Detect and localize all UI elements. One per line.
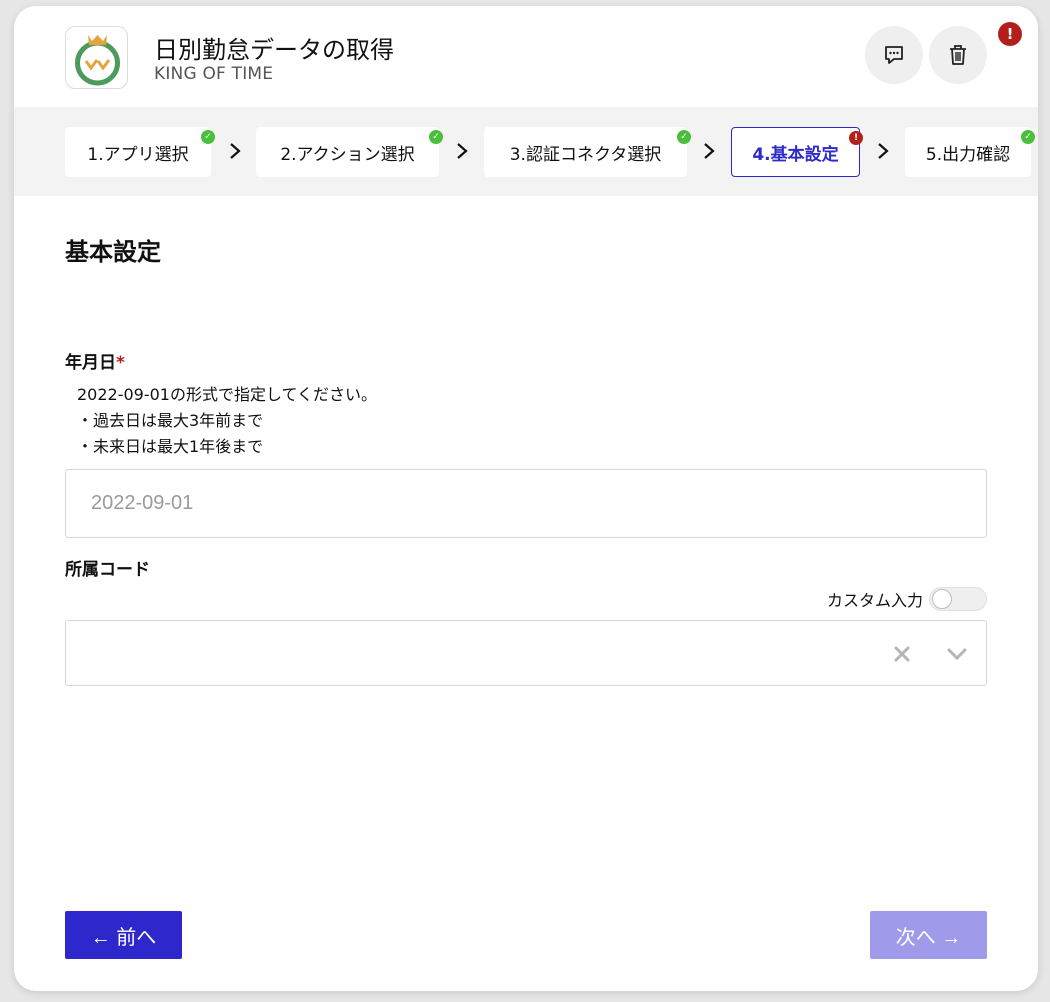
required-mark: *: [116, 353, 125, 373]
chevron-down-icon[interactable]: [945, 645, 969, 663]
date-help-text: 2022-09-01の形式で指定してください。 ・過去日は最大3年前まで ・未来…: [77, 382, 377, 460]
date-field-label: 年月日*: [65, 348, 125, 373]
next-button[interactable]: 次へ →: [870, 911, 987, 959]
step-app-select[interactable]: 1.アプリ選択 ✓: [65, 127, 215, 177]
custom-input-toggle[interactable]: [929, 587, 987, 611]
toggle-knob: [932, 589, 952, 609]
comment-icon: [885, 46, 903, 64]
step-output-confirm[interactable]: 5.出力確認 ✓: [905, 127, 1035, 177]
alert-icon: !: [998, 22, 1022, 46]
step-label: 4.基本設定: [752, 144, 839, 165]
date-label-text: 年月日: [65, 353, 116, 373]
step-basic-settings[interactable]: 4.基本設定 !: [731, 127, 863, 177]
help-line: 2022-09-01の形式で指定してください。: [77, 385, 378, 404]
page-title: 日別勤怠データの取得: [154, 36, 394, 64]
check-icon: ✓: [1021, 130, 1035, 144]
check-icon: ✓: [677, 130, 691, 144]
custom-input-row: カスタム入力: [827, 587, 987, 611]
step-label: 5.出力確認: [925, 144, 1011, 165]
king-of-time-logo-icon: [65, 26, 128, 89]
clear-icon[interactable]: [891, 643, 913, 665]
step-label: 1.アプリ選択: [87, 144, 189, 165]
custom-input-label: カスタム入力: [826, 591, 923, 610]
code-select[interactable]: [65, 620, 987, 686]
delete-button[interactable]: [929, 26, 987, 84]
step-label: 3.認証コネクタ選択: [509, 144, 662, 165]
chevron-right-icon: [230, 143, 241, 159]
error-icon: !: [849, 131, 863, 145]
section-title: 基本設定: [65, 238, 161, 266]
modal-card: 日別勤怠データの取得 KING OF TIME ! 1.アプリ選択 ✓ 2.アク…: [14, 6, 1038, 991]
header: 日別勤怠データの取得 KING OF TIME !: [14, 6, 1038, 107]
help-line: ・未来日は最大1年後まで: [77, 437, 264, 456]
step-action-select[interactable]: 2.アクション選択 ✓: [256, 127, 443, 177]
chevron-right-icon: [878, 143, 889, 159]
step-connector-select[interactable]: 3.認証コネクタ選択 ✓: [484, 127, 691, 177]
step-navigation: 1.アプリ選択 ✓ 2.アクション選択 ✓ 3.認証コネクタ選択 ✓ 4.基本設…: [14, 107, 1038, 196]
step-label: 2.アクション選択: [280, 144, 415, 165]
check-icon: ✓: [201, 130, 215, 144]
prev-button[interactable]: ← 前へ: [65, 911, 182, 959]
chevron-right-icon: [457, 143, 468, 159]
date-input[interactable]: [65, 469, 987, 538]
check-icon: ✓: [429, 130, 443, 144]
help-line: ・過去日は最大3年前まで: [77, 411, 264, 430]
app-name: KING OF TIME: [154, 64, 274, 84]
code-field-label: 所属コード: [65, 560, 150, 580]
chevron-right-icon: [704, 143, 715, 159]
comment-button[interactable]: [865, 26, 923, 84]
trash-icon: [950, 45, 966, 65]
